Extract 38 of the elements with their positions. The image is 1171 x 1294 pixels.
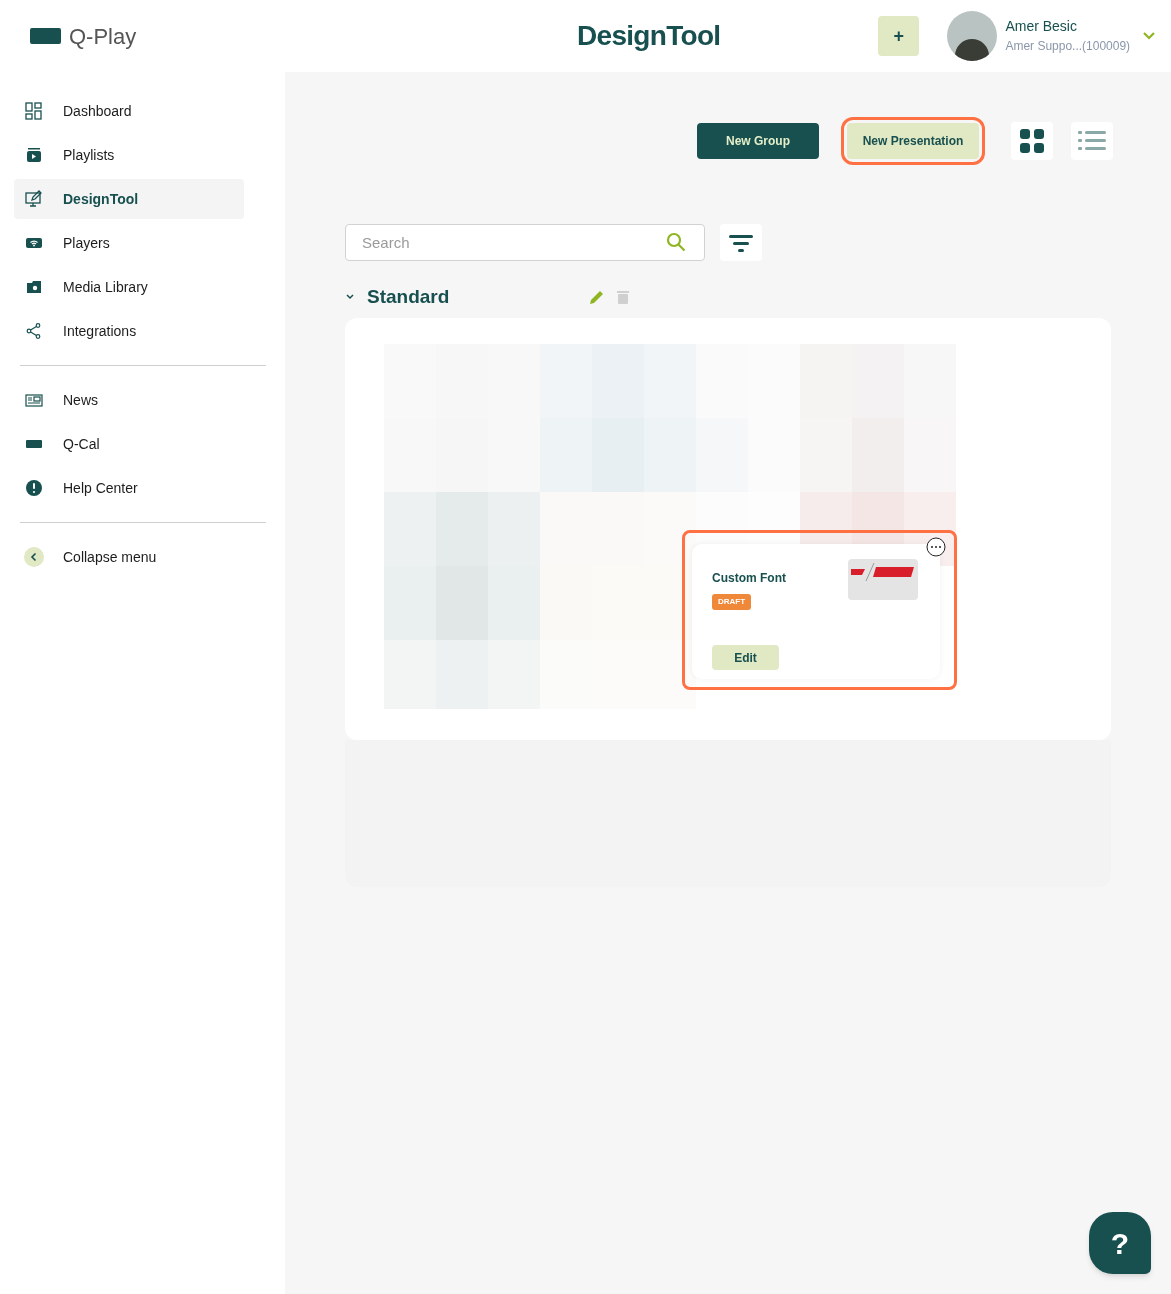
- list-icon: [1078, 130, 1106, 152]
- nav-item[interactable]: Playlists: [14, 135, 244, 175]
- group-title: Standard: [367, 284, 451, 309]
- nav-item[interactable]: Media Library: [14, 267, 244, 307]
- brand-name: Q-Play: [69, 22, 137, 51]
- nav-item[interactable]: Q-Cal: [14, 424, 244, 464]
- nav-item[interactable]: Help Center: [14, 468, 244, 508]
- newspaper-icon: [25, 391, 43, 409]
- alert-icon: [25, 479, 43, 497]
- share-icon: [25, 322, 43, 340]
- search-field[interactable]: Search: [345, 224, 705, 261]
- photo-folder-icon: [25, 278, 43, 296]
- nav-item[interactable]: Collapse menu: [14, 537, 244, 577]
- list-view-button[interactable]: [1071, 122, 1113, 160]
- chevron-down-icon[interactable]: [345, 292, 355, 302]
- filter-icon: [729, 232, 753, 253]
- help-button[interactable]: ?: [1089, 1212, 1151, 1274]
- user-account: Amer Suppo...(100009): [1005, 39, 1131, 55]
- add-button[interactable]: +: [878, 16, 920, 56]
- grid-icon: [1019, 128, 1045, 154]
- nav-item[interactable]: Dashboard: [14, 91, 244, 131]
- nav-item[interactable]: Integrations: [14, 311, 244, 351]
- filter-button[interactable]: [720, 224, 762, 261]
- user-name: Amer Besic: [1005, 17, 1078, 36]
- monitor-pencil-icon: [25, 190, 43, 208]
- new-presentation-button[interactable]: New Presentation: [847, 123, 979, 159]
- nav-item[interactable]: DesignTool: [14, 179, 244, 219]
- logo-icon: [30, 28, 61, 44]
- search-icon: [666, 232, 686, 252]
- nav-item[interactable]: Players: [14, 223, 244, 263]
- grid-view-button[interactable]: [1011, 122, 1053, 160]
- new-group-button[interactable]: New Group: [697, 123, 819, 159]
- play-stack-icon: [25, 146, 43, 164]
- grid-icon: [25, 102, 43, 120]
- chevron-left-icon: [24, 547, 44, 567]
- avatar: [947, 11, 998, 61]
- nav-item[interactable]: News: [14, 380, 244, 420]
- page-title: DesignTool: [577, 19, 721, 53]
